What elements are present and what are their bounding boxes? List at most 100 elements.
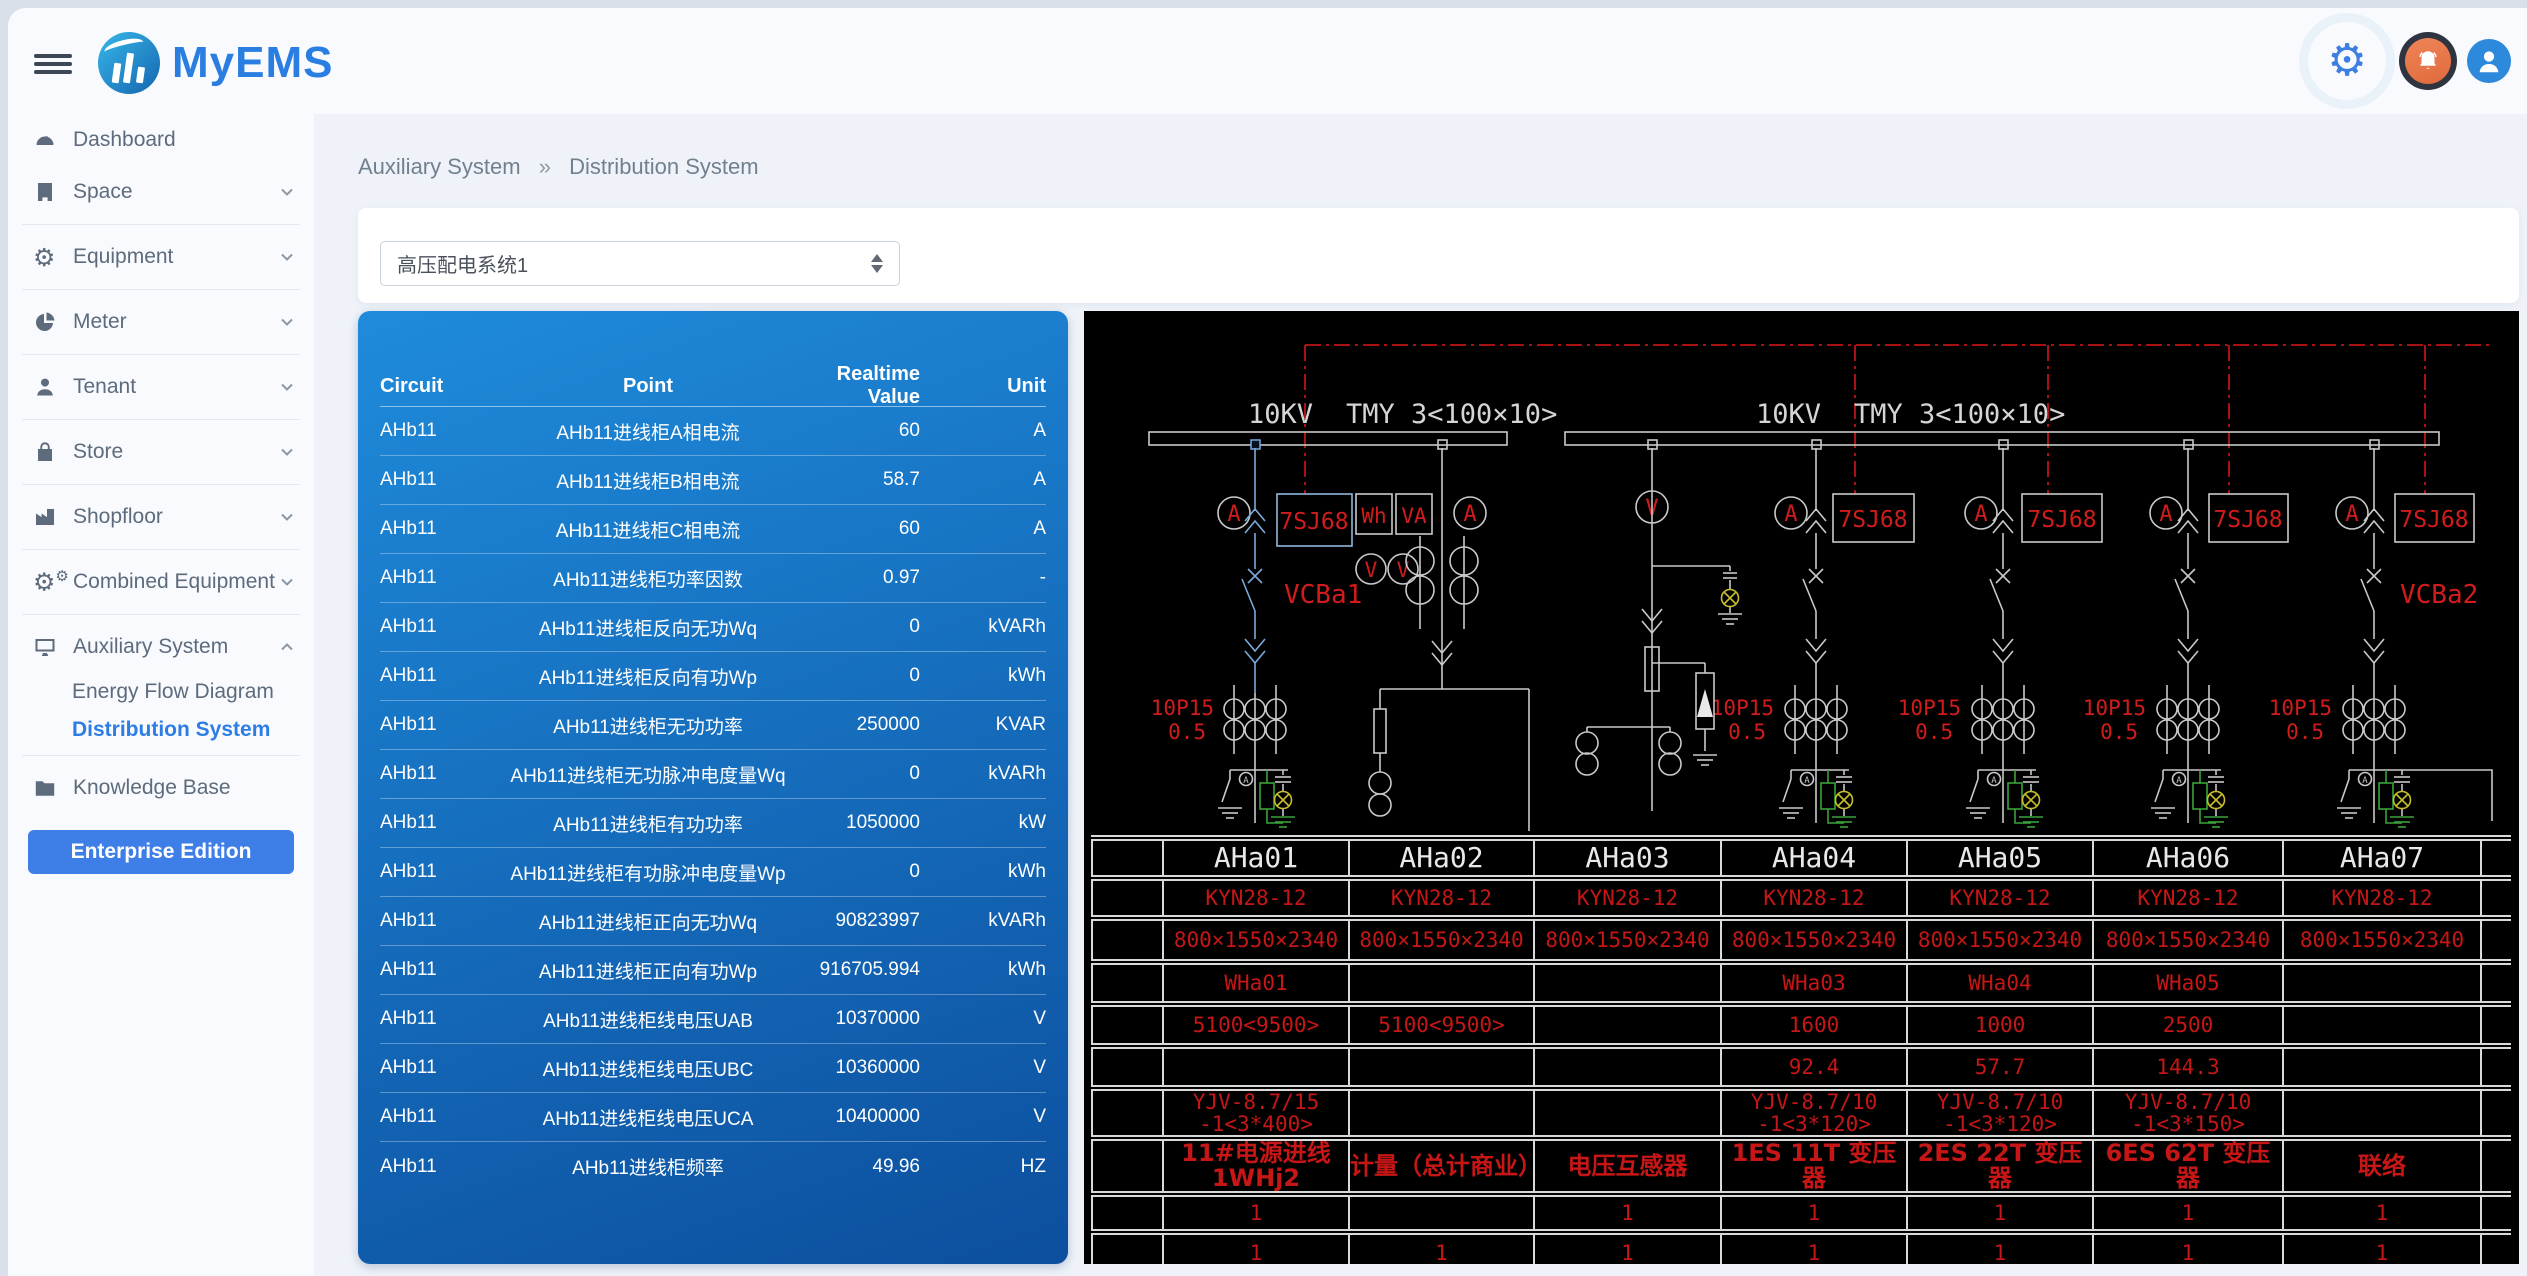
spec-cell: 800×1550×2340 <box>1907 918 2093 962</box>
hamburger-menu-icon[interactable] <box>34 50 72 78</box>
unit-cell: kVARh <box>920 616 1046 638</box>
spec-cell: AHa05 <box>1907 838 2093 878</box>
spec-cell <box>1349 1194 1534 1232</box>
realtime-row: AHb11AHb11进线柜B相电流58.7A <box>380 456 1046 505</box>
sidebar-item-shopfloor[interactable]: Shopfloor <box>8 491 314 543</box>
svg-text:Wh: Wh <box>1361 504 1386 528</box>
point-cell: AHb11进线柜反向有功Wp <box>498 663 798 690</box>
sidebar-divider <box>22 224 300 225</box>
sidebar-item-label: Dashboard <box>73 128 296 152</box>
spec-cell: AHa02 <box>1349 838 1534 878</box>
circuit-cell: AHb11 <box>380 959 498 981</box>
svg-text:V: V <box>1397 558 1410 582</box>
spec-cell: AHa07 <box>2283 838 2481 878</box>
sidebar-item-label: Tenant <box>73 375 278 399</box>
sidebar-item-store[interactable]: Store <box>8 426 314 478</box>
circuit-cell: AHb11 <box>380 469 498 491</box>
chevron-down-icon <box>278 443 296 461</box>
spec-cell <box>1092 962 1163 1004</box>
spec-cell: 6ES 62T 变压器 <box>2093 1138 2283 1194</box>
sidebar-subitem-distribution-system[interactable]: Distribution System <box>8 711 314 749</box>
circuit-cell: AHb11 <box>380 616 498 638</box>
spec-cell <box>1163 1046 1349 1088</box>
svg-text:10KV: 10KV <box>1248 399 1313 430</box>
svg-text:A: A <box>1784 502 1797 527</box>
sidebar-item-knowledge-base[interactable]: Knowledge Base <box>8 762 314 814</box>
enterprise-edition-button[interactable]: Enterprise Edition <box>28 830 294 874</box>
folder-icon <box>33 775 63 801</box>
myems-logo-icon <box>98 32 160 94</box>
spec-cell: 1 <box>1534 1232 1721 1264</box>
unit-cell: - <box>920 567 1046 589</box>
sidebar-subitem-energy-flow-diagram[interactable]: Energy Flow Diagram <box>8 673 314 711</box>
point-cell: AHb11进线柜无功功率 <box>498 712 798 739</box>
spec-cell <box>1349 1046 1534 1088</box>
spec-cell: 1ES 11T 变压器 <box>1721 1138 1907 1194</box>
spec-cell: 11#电源进线 1WHj2 <box>1163 1138 1349 1194</box>
sidebar-item-tenant[interactable]: Tenant <box>8 361 314 413</box>
header-actions: ⚙ <box>2299 8 2511 114</box>
spec-cell <box>2481 1138 2511 1194</box>
sidebar-nav: Dashboard Space ⚙Equipment Meter Tenant Store… <box>8 104 314 1276</box>
user-icon <box>2474 46 2504 76</box>
spec-cell: KYN28-12 <box>2283 878 2481 918</box>
svg-text:0.5: 0.5 <box>1168 720 1206 744</box>
distribution-system-select[interactable]: 高压配电系统1 <box>380 241 900 286</box>
spec-cell: YJV-8.7/10 -1<3*120> <box>1721 1088 1907 1138</box>
realtime-table-header: Circuit Point Realtime Value Unit <box>380 363 1046 407</box>
sidebar-divider <box>22 549 300 550</box>
value-cell: 0 <box>798 665 920 687</box>
spec-row: 1111111 <box>1092 1232 2511 1264</box>
chevron-down-icon <box>278 183 296 201</box>
spec-cell <box>2481 878 2511 918</box>
spec-cell <box>2283 1004 2481 1046</box>
chevron-down-icon <box>278 248 296 266</box>
spec-cell: 1 <box>2283 1232 2481 1264</box>
sidebar-divider <box>22 484 300 485</box>
spec-cell <box>1092 838 1163 878</box>
sidebar-item-dashboard[interactable]: Dashboard <box>8 114 314 166</box>
spec-cell <box>2481 962 2511 1004</box>
sidebar-item-meter[interactable]: Meter <box>8 296 314 348</box>
breadcrumb-section[interactable]: Auxiliary System <box>358 154 521 179</box>
realtime-row: AHb11AHb11进线柜有功脉冲电度量Wp0kWh <box>380 848 1046 897</box>
value-cell: 0.97 <box>798 567 920 589</box>
sidebar-item-space[interactable]: Space <box>8 166 314 218</box>
gauge-icon <box>33 127 63 153</box>
spec-cell: KYN28-12 <box>2093 878 2283 918</box>
sidebar-divider <box>22 755 300 756</box>
user-avatar[interactable] <box>2467 39 2511 83</box>
value-cell: 916705.994 <box>798 959 920 981</box>
notifications-button[interactable] <box>2399 32 2457 90</box>
spec-cell: 1000 <box>1907 1004 2093 1046</box>
spec-cell <box>2283 1088 2481 1138</box>
settings-button[interactable]: ⚙ <box>2299 13 2395 109</box>
realtime-table-body: AHb11AHb11进线柜A相电流60AAHb11AHb11进线柜B相电流58.… <box>380 407 1046 1191</box>
spec-cell: AHa01 <box>1163 838 1349 878</box>
spec-cell <box>1534 962 1721 1004</box>
point-cell: AHb11进线柜反向无功Wq <box>498 614 798 641</box>
spec-cell: 1 <box>1721 1232 1907 1264</box>
brand-logo[interactable]: MyEMS <box>98 32 333 94</box>
top-header: MyEMS ⚙ <box>8 8 2527 114</box>
unit-cell: kVARh <box>920 910 1046 932</box>
realtime-row: AHb11AHb11进线柜线电压UBC10360000V <box>380 1044 1046 1093</box>
spec-cell: 800×1550×2340 <box>1163 918 1349 962</box>
spec-cell: AHa06 <box>2093 838 2283 878</box>
filter-card: 高压配电系统1 <box>358 208 2519 303</box>
svg-text:A: A <box>2345 502 2358 527</box>
realtime-row: AHb11AHb11进线柜线电压UCA10400000V <box>380 1093 1046 1142</box>
sidebar-item-equipment[interactable]: ⚙Equipment <box>8 231 314 283</box>
spec-cell <box>1092 1088 1163 1138</box>
sidebar-item-auxiliary-system[interactable]: Auxiliary System <box>8 621 314 673</box>
svg-text:0.5: 0.5 <box>1915 720 1953 744</box>
circuit-cell: AHb11 <box>380 910 498 932</box>
unit-cell: kWh <box>920 959 1046 981</box>
spec-cell: WHa01 <box>1163 962 1349 1004</box>
sidebar-item-combined-equipment[interactable]: ⚙⚙Combined Equipment <box>8 556 314 608</box>
spec-row: KYN28-12KYN28-12KYN28-12KYN28-12KYN28-12… <box>1092 878 2511 918</box>
spec-cell <box>1092 1232 1163 1264</box>
spec-cell <box>1534 1046 1721 1088</box>
unit-cell: V <box>920 1106 1046 1128</box>
sidebar-divider <box>22 354 300 355</box>
